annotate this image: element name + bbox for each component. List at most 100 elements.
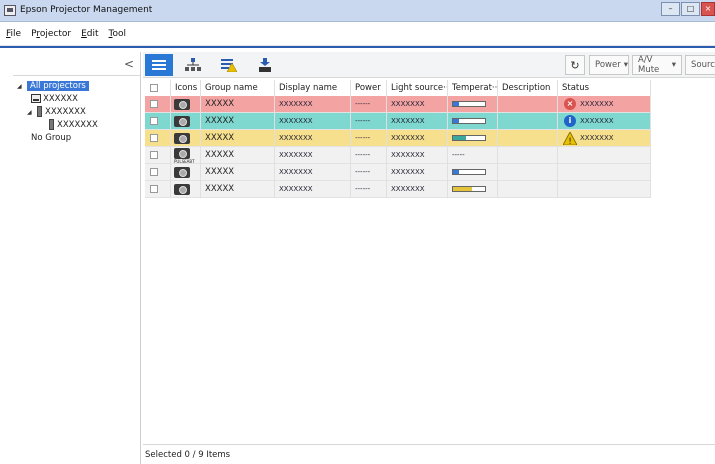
table-row[interactable]: XXXXX XXXXXXX ------ XXXXXXX × XXXXXXX <box>145 96 651 113</box>
projector-icon <box>174 148 190 159</box>
light-source-cell: XXXXXXX <box>387 96 448 113</box>
header-group-name[interactable]: Group name <box>201 80 275 96</box>
maximize-button[interactable]: □ <box>681 2 700 16</box>
power-cell: ------ <box>351 96 387 113</box>
minimize-button[interactable]: – <box>661 2 680 16</box>
temperature-bar <box>452 169 486 175</box>
projector-icon <box>174 116 190 127</box>
header-icons[interactable]: Icons <box>171 80 201 96</box>
table-row[interactable]: XXXXX XXXXXXX ------ XXXXXXX i XXXXXXX <box>145 113 651 130</box>
display-name-cell: XXXXXXX <box>275 181 351 198</box>
row-checkbox[interactable] <box>150 168 158 176</box>
tree-item[interactable]: ◢ All projectors <box>13 80 140 93</box>
main-panel: ↻ Power ▾ A/V Mute ▾ Source IconsGroup n… <box>143 52 715 464</box>
light-source-cell: XXXXXXX <box>387 113 448 130</box>
icon-cell <box>171 130 201 147</box>
group-icon <box>37 106 42 117</box>
temperature-bar <box>452 135 486 141</box>
chevron-left-icon[interactable]: < <box>124 57 134 71</box>
light-source-cell: XXXXXXX <box>387 130 448 147</box>
temperature-cell <box>448 113 498 130</box>
power-cell: ------ <box>351 164 387 181</box>
tree-item-label: All projectors <box>27 81 89 91</box>
tree-item[interactable]: ◢ XXXXXXX <box>13 106 140 119</box>
header-select-all[interactable] <box>145 80 171 96</box>
power-cell: ------ <box>351 147 387 164</box>
info-icon: i <box>564 115 576 127</box>
projector-icon <box>174 133 190 144</box>
menu-tool[interactable]: Tool <box>109 29 126 39</box>
temperature-bar <box>452 101 486 107</box>
temperature-fill <box>453 170 460 174</box>
tree-item[interactable]: XXXXXX <box>13 93 140 106</box>
light-source-cell: XXXXXXX <box>387 147 448 164</box>
header-power[interactable]: Power <box>351 80 387 96</box>
list-view-button[interactable] <box>145 54 173 76</box>
status-cell <box>558 147 651 164</box>
description-cell <box>498 147 558 164</box>
icon-cell <box>171 164 201 181</box>
projector-tree: ◢ All projectors XXXXXX ◢ XXXXXXX XXXXXXX No G… <box>13 76 140 145</box>
status-text: XXXXXXX <box>580 100 614 108</box>
power-button[interactable]: Power ▾ <box>589 55 629 75</box>
header-description[interactable]: Description <box>498 80 558 96</box>
select-all-checkbox[interactable] <box>150 84 158 92</box>
menu-edit[interactable]: Edit <box>81 29 98 39</box>
status-cell <box>558 181 651 198</box>
temperature-fill <box>453 187 473 191</box>
source-button[interactable]: Source <box>685 55 715 75</box>
temperature-fill <box>453 136 466 140</box>
tree-item-label: XXXXXXX <box>57 120 98 130</box>
av-mute-button[interactable]: A/V Mute ▾ <box>632 55 682 75</box>
warning-icon: ! <box>563 132 577 145</box>
tree-item[interactable]: XXXXXXX <box>13 119 140 132</box>
icon-cell <box>171 113 201 130</box>
projector-table: Icons Group name Display name Power Light so… <box>145 80 651 198</box>
row-checkbox[interactable] <box>150 117 158 125</box>
svg-text:!: ! <box>568 137 572 145</box>
status-bar: Selected 0 / 9 Items <box>143 444 715 464</box>
row-checkbox[interactable] <box>150 100 158 108</box>
group-name-cell: XXXXX <box>201 181 275 198</box>
download-button[interactable] <box>251 54 279 76</box>
header-temperature[interactable]: Temperat··· <box>448 80 498 96</box>
dropdown-arrow-icon: ▾ <box>623 60 628 70</box>
tree-expander-icon[interactable]: ◢ <box>27 109 35 116</box>
display-name-cell: XXXXXXX <box>275 96 351 113</box>
menu-bar: File Projector Edit Tool <box>0 22 715 46</box>
close-button[interactable]: × <box>701 2 715 16</box>
sidebar-header: < <box>13 52 140 76</box>
alert-list-button[interactable] <box>215 54 243 76</box>
row-checkbox[interactable] <box>150 151 158 159</box>
toolbar: ↻ Power ▾ A/V Mute ▾ Source <box>143 52 715 78</box>
table-row[interactable]: XXXXX XXXXXXX ------ XXXXXXX! XXXXXXX <box>145 130 651 147</box>
menu-divider <box>0 46 715 48</box>
tree-item[interactable]: No Group <box>13 132 140 145</box>
menu-projector[interactable]: Projector <box>31 29 71 39</box>
table-row[interactable]: XXXXX XXXXXXX ------ XXXXXXX <box>145 164 651 181</box>
power-cell: ------ <box>351 113 387 130</box>
status-cell: × XXXXXXX <box>558 96 651 113</box>
projector-icon <box>174 99 190 110</box>
select-cell <box>145 181 171 198</box>
tree-expander-icon[interactable]: ◢ <box>17 83 25 90</box>
group-icon <box>49 119 54 130</box>
display-name-cell: XXXXXXX <box>275 164 351 181</box>
temperature-cell <box>448 164 498 181</box>
row-checkbox[interactable] <box>150 185 158 193</box>
menu-file[interactable]: File <box>6 29 21 39</box>
group-name-cell: XXXXX <box>201 147 275 164</box>
table-row[interactable]: PULSEABT XXXXX XXXXXXX ------ XXXXXXX ----- <box>145 147 651 164</box>
refresh-button[interactable]: ↻ <box>565 55 585 75</box>
header-display-name[interactable]: Display name <box>275 80 351 96</box>
row-checkbox[interactable] <box>150 134 158 142</box>
header-status[interactable]: Status <box>558 80 651 96</box>
group-view-button[interactable] <box>179 54 207 76</box>
select-cell <box>145 96 171 113</box>
download-icon <box>259 58 271 72</box>
temperature-fill <box>453 119 460 123</box>
tree-item-label: XXXXXXX <box>45 107 86 117</box>
table-row[interactable]: XXXXX XXXXXXX ------ XXXXXXX <box>145 181 651 198</box>
header-light-source[interactable]: Light source··· <box>387 80 448 96</box>
tree-item-label: No Group <box>31 133 72 143</box>
